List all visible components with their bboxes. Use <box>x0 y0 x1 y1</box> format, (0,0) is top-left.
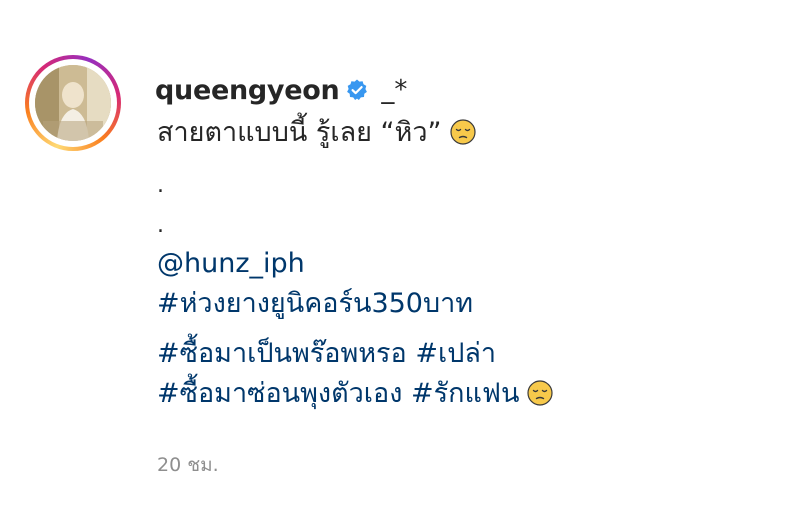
caption-dot-1: . <box>157 173 164 198</box>
avatar-border <box>29 59 117 147</box>
verified-badge-icon <box>345 78 369 102</box>
post-caption: queengyeon _* สายตาแบบนี้ รู้เลย “หิว” .… <box>0 0 800 509</box>
caption-dot-2: . <box>157 213 164 238</box>
username-row: queengyeon _* <box>155 70 407 110</box>
caption-text: สายตาแบบนี้ รู้เลย “หิว” <box>157 117 442 148</box>
hashtag-link[interactable]: #ซื้อมาเป็นพร๊อพหรอ <box>157 338 407 369</box>
username-link[interactable]: queengyeon <box>155 75 340 106</box>
post-timestamp[interactable]: 20 ชม. <box>157 450 219 480</box>
mention-link[interactable]: @hunz_iph <box>157 244 305 284</box>
avatar[interactable] <box>35 65 111 141</box>
hashtag-line-2: #ซื้อมาเป็นพร๊อพหรอ #เปล่า <box>157 334 496 374</box>
caption-line: สายตาแบบนี้ รู้เลย “หิว” <box>157 113 476 153</box>
pensive-face-icon <box>449 117 476 145</box>
username-suffix: _* <box>381 75 408 105</box>
pensive-face-icon <box>527 378 554 406</box>
story-ring[interactable] <box>25 55 121 151</box>
hashtag-link[interactable]: #ซื้อมาซ่อนพุงตัวเอง <box>157 378 402 409</box>
hashtag-link[interactable]: #เปล่า <box>415 338 496 369</box>
hashtag-link[interactable]: #ห่วงยางยูนิคอร์น350บาท <box>157 288 473 319</box>
hashtag-link[interactable]: #รักแฟน <box>411 378 519 409</box>
hashtag-line-3: #ซื้อมาซ่อนพุงตัวเอง #รักแฟน <box>157 374 554 414</box>
avatar-photo <box>35 65 111 141</box>
hashtag-line-1: #ห่วงยางยูนิคอร์น350บาท <box>157 284 473 324</box>
